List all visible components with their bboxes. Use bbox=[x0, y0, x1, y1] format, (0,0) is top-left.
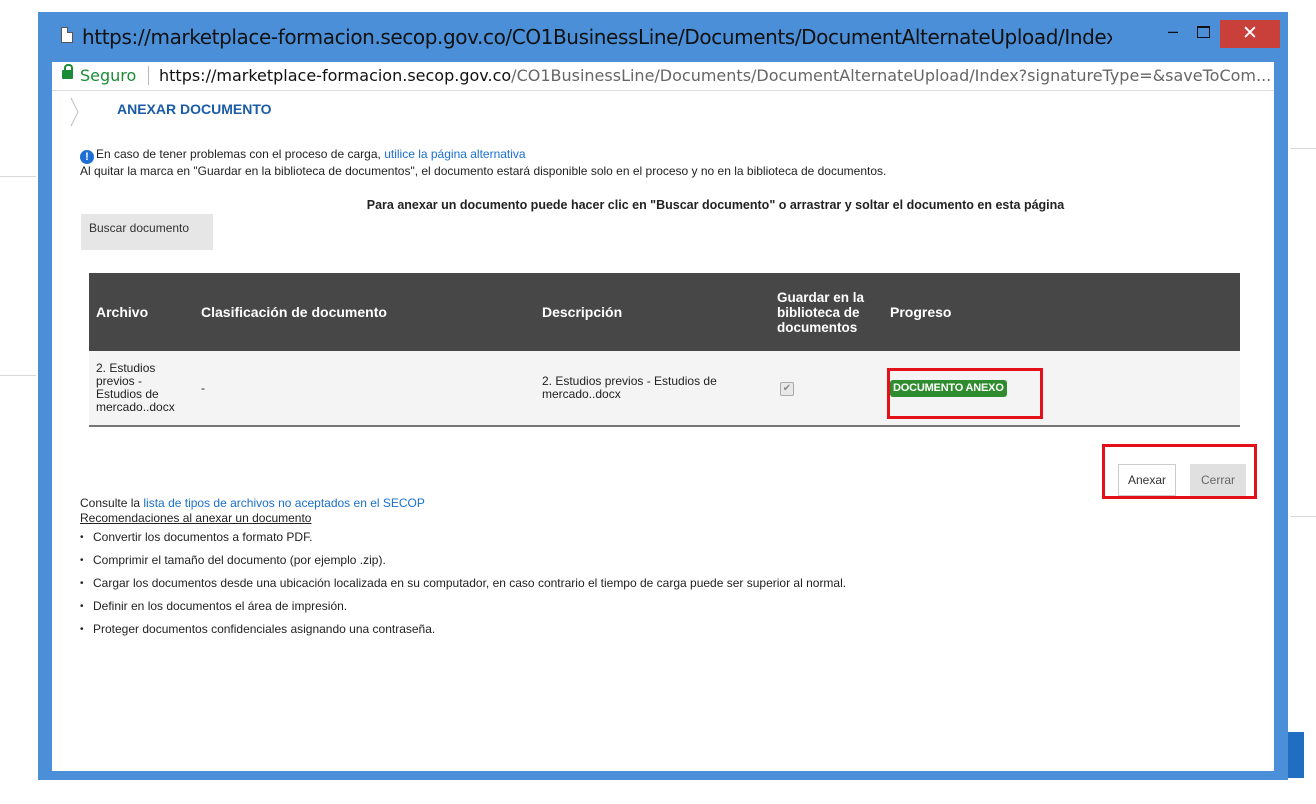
actions-highlight bbox=[1102, 444, 1257, 499]
page-content: ANEXAR DOCUMENTO ! En caso de tener probl… bbox=[52, 91, 1274, 771]
info-text: En caso de tener problemas con el proces… bbox=[96, 147, 381, 161]
recommendations-list: Convertir los documentos a formato PDF. … bbox=[80, 526, 846, 641]
table-header-row: Archivo Clasificación de documento Descr… bbox=[89, 273, 1240, 351]
cell-clasificacion: - bbox=[194, 351, 535, 427]
header-clasificacion: Clasificación de documento bbox=[194, 273, 535, 351]
header-descripcion: Descripción bbox=[535, 273, 770, 351]
table-row: 2. Estudios previos - Estudios de mercad… bbox=[89, 351, 1240, 427]
background-divider bbox=[0, 176, 36, 177]
help-prefix: Consulte la bbox=[80, 496, 141, 510]
cell-descripcion: 2. Estudios previos - Estudios de mercad… bbox=[535, 351, 770, 427]
info-note: Al quitar la marca en "Guardar en la bib… bbox=[80, 164, 887, 178]
maximize-icon bbox=[1197, 26, 1210, 38]
recommendations-title: Recomendaciones al anexar un documento bbox=[80, 511, 312, 525]
upload-instructions: Para anexar un documento puede hacer cli… bbox=[366, 198, 1065, 212]
window-title: https://marketplace-formacion.secop.gov.… bbox=[82, 25, 1112, 49]
minimize-button[interactable]: – bbox=[1160, 20, 1186, 50]
documents-table: Archivo Clasificación de documento Descr… bbox=[89, 273, 1240, 427]
list-item: Cargar los documentos desde una ubicació… bbox=[80, 572, 846, 595]
url-path: /CO1BusinessLine/Documents/DocumentAlter… bbox=[511, 66, 1272, 85]
background-divider bbox=[0, 375, 36, 376]
help-line: Consulte la lista de tipos de archivos n… bbox=[80, 496, 425, 510]
secure-label: Seguro bbox=[80, 66, 137, 85]
info-message: ! En caso de tener problemas con el proce… bbox=[80, 147, 526, 164]
rejected-types-link[interactable]: lista de tipos de archivos no aceptados … bbox=[143, 496, 425, 510]
url-text[interactable]: https://marketplace-formacion.secop.gov.… bbox=[159, 66, 1271, 85]
lock-icon bbox=[62, 64, 73, 79]
progress-highlight bbox=[887, 368, 1043, 419]
close-window-button[interactable]: ✕ bbox=[1220, 20, 1280, 48]
header-guardar: Guardar en la biblioteca de documentos bbox=[770, 273, 883, 351]
list-item: Comprimir el tamaño del documento (por e… bbox=[80, 549, 846, 572]
list-item: Definir en los documentos el área de imp… bbox=[80, 595, 846, 618]
list-item: Proteger documentos confidenciales asign… bbox=[80, 618, 846, 641]
alternative-page-link[interactable]: utilice la página alternativa bbox=[384, 147, 525, 161]
page-icon bbox=[61, 27, 73, 43]
header-archivo: Archivo bbox=[89, 273, 194, 351]
page-title: ANEXAR DOCUMENTO bbox=[117, 101, 272, 117]
info-icon: ! bbox=[80, 150, 94, 164]
chevron-right-icon bbox=[70, 97, 79, 127]
list-item: Convertir los documentos a formato PDF. bbox=[80, 526, 846, 549]
url-host: https://marketplace-formacion.secop.gov.… bbox=[159, 66, 512, 85]
window-titlebar[interactable]: https://marketplace-formacion.secop.gov.… bbox=[38, 12, 1288, 62]
background-divider bbox=[1290, 516, 1316, 517]
search-document-button[interactable]: Buscar documento bbox=[81, 214, 213, 250]
address-bar[interactable]: Seguro https://marketplace-formacion.sec… bbox=[52, 62, 1274, 91]
popup-window: https://marketplace-formacion.secop.gov.… bbox=[38, 12, 1288, 780]
header-progreso: Progreso bbox=[883, 273, 1240, 351]
save-to-library-checkbox[interactable]: ✔ bbox=[780, 381, 794, 396]
maximize-button[interactable] bbox=[1190, 20, 1216, 50]
address-separator bbox=[148, 66, 149, 85]
background-divider bbox=[1290, 148, 1316, 149]
cell-archivo: 2. Estudios previos - Estudios de mercad… bbox=[89, 351, 194, 427]
cell-guardar: ✔ bbox=[770, 351, 883, 427]
